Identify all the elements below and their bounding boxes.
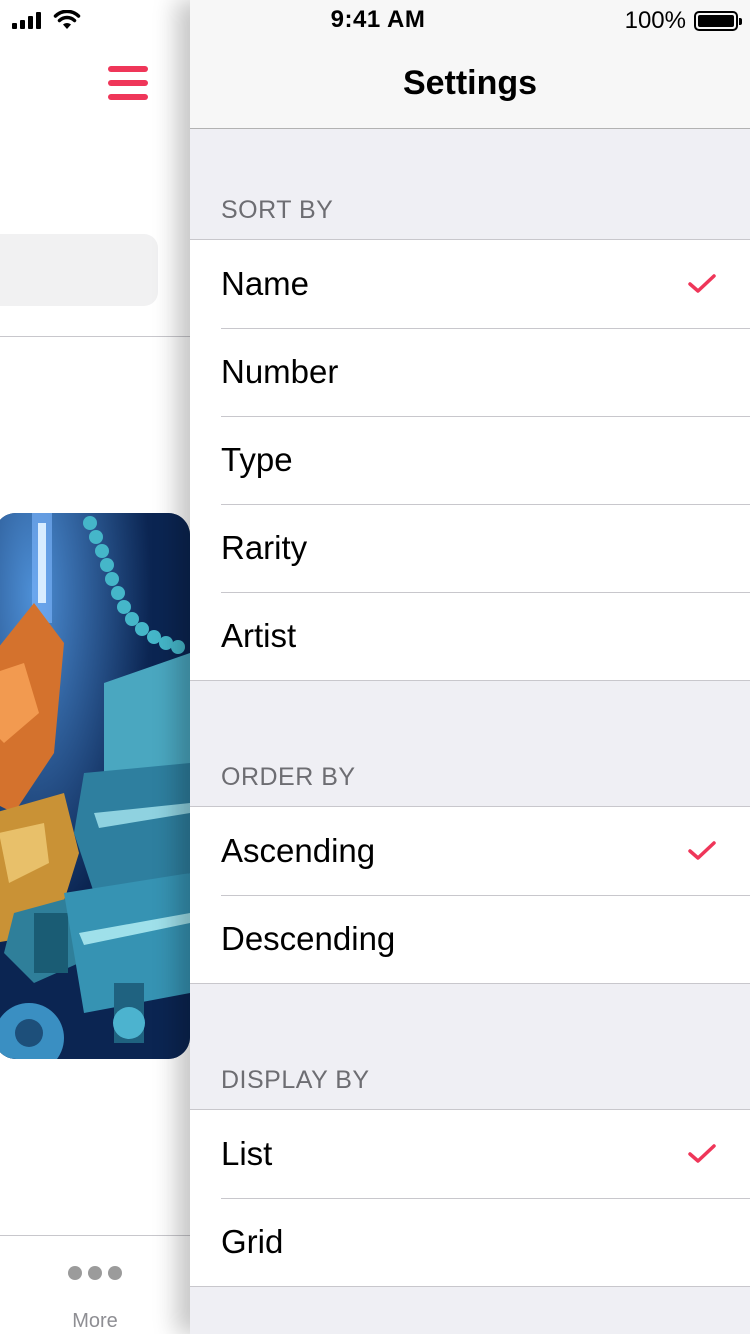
cellular-signal-icon	[12, 11, 41, 29]
checkmark-icon	[688, 841, 716, 860]
section-header-display-by: DISPLAY BY	[221, 1066, 370, 1094]
option-sort-rarity[interactable]: Rarity	[190, 504, 750, 592]
hamburger-icon[interactable]	[108, 66, 148, 100]
battery-status: 100%	[624, 7, 742, 34]
status-time: 9:41 AM	[330, 6, 426, 33]
battery-percent: 100%	[624, 7, 686, 34]
battery-icon	[694, 11, 742, 31]
option-sort-number[interactable]: Number	[190, 328, 750, 416]
option-order-descending[interactable]: Descending	[190, 895, 750, 983]
option-display-list[interactable]: List	[190, 1110, 750, 1198]
display-by-options: List Grid	[190, 1109, 750, 1287]
option-label: Descending	[221, 920, 396, 957]
section-header-sort-by: SORT BY	[221, 196, 334, 224]
option-label: Ascending	[221, 832, 376, 869]
status-bar-left	[12, 8, 81, 32]
tab-bar-divider	[0, 1235, 190, 1236]
option-order-ascending[interactable]: Ascending	[190, 807, 750, 895]
option-sort-artist[interactable]: Artist	[190, 592, 750, 680]
wifi-icon	[53, 10, 81, 29]
settings-panel: 9:41 AM 100% Settings SORT BY Name Numbe…	[190, 0, 750, 1334]
option-label: List	[221, 1135, 273, 1172]
checkmark-icon	[688, 274, 716, 293]
option-label: Artist	[221, 617, 297, 654]
search-field[interactable]	[0, 234, 158, 306]
main-view-panel: More	[0, 0, 190, 1334]
tab-more-label: More	[72, 1310, 118, 1332]
order-by-options: Ascending Descending	[190, 806, 750, 984]
page-title: Settings	[402, 64, 538, 102]
sort-by-options: Name Number Type Rarity Artist	[190, 239, 750, 681]
tab-more[interactable]: More	[40, 1258, 150, 1332]
option-sort-type[interactable]: Type	[190, 416, 750, 504]
option-label: Number	[221, 353, 339, 390]
divider	[0, 336, 190, 337]
option-label: Name	[221, 265, 310, 302]
more-dots-icon	[68, 1266, 122, 1280]
checkmark-icon	[688, 1144, 716, 1163]
card-artwork-image[interactable]	[0, 513, 190, 1059]
option-display-grid[interactable]: Grid	[190, 1198, 750, 1286]
option-label: Grid	[221, 1223, 284, 1260]
option-label: Type	[221, 441, 293, 478]
option-label: Rarity	[221, 529, 308, 566]
option-sort-name[interactable]: Name	[190, 240, 750, 328]
navigation-bar: 9:41 AM 100% Settings	[190, 0, 750, 129]
section-header-order-by: ORDER BY	[221, 763, 356, 791]
